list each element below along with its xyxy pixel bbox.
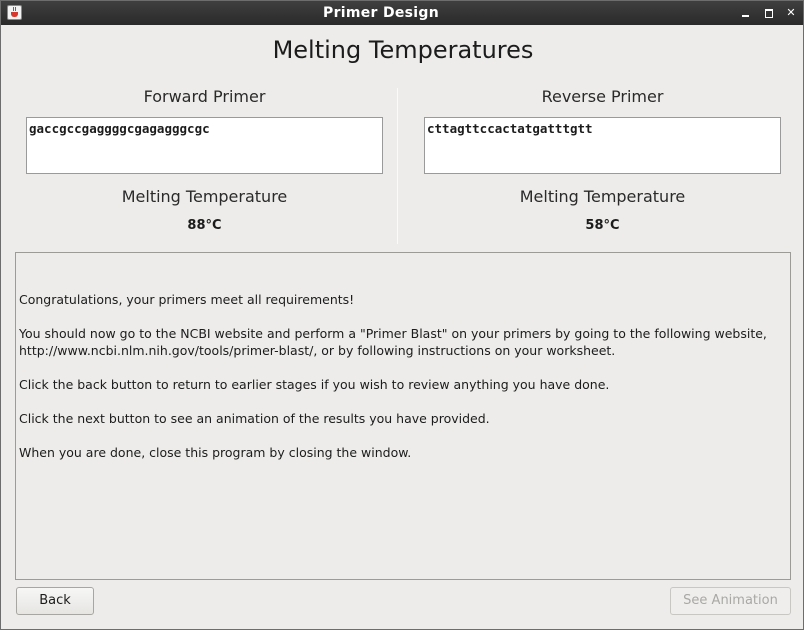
reverse-primer-field[interactable]: cttagttccactatgatttgtt <box>424 117 781 174</box>
forward-tm-label: Melting Temperature <box>121 187 288 206</box>
maximize-icon[interactable] <box>762 6 776 20</box>
message-line-close: When you are done, close this program by… <box>19 445 412 460</box>
page-title: Melting Temperatures <box>272 36 534 64</box>
back-button[interactable]: Back <box>16 587 94 615</box>
forward-primer-field[interactable]: gaccgccgaggggcgagagggcgc <box>26 117 383 174</box>
minimize-icon[interactable] <box>739 6 753 20</box>
reverse-tm-label: Melting Temperature <box>519 187 686 206</box>
forward-primer-label: Forward Primer <box>143 87 266 106</box>
instructions-panel: Congratulations, your primers meet all r… <box>15 252 791 580</box>
reverse-primer-label: Reverse Primer <box>541 87 664 106</box>
see-animation-button[interactable]: See Animation <box>670 587 791 615</box>
window-title: Primer Design <box>323 5 439 21</box>
message-line-primer-blast: You should now go to the NCBI website an… <box>19 326 767 358</box>
reverse-tm-value: 58°C <box>585 218 620 233</box>
close-icon[interactable]: ✕ <box>784 6 798 20</box>
message-line-back: Click the back button to return to earli… <box>19 377 610 392</box>
message-line-next: Click the next button to see an animatio… <box>19 411 490 426</box>
forward-tm-value: 88°C <box>187 218 222 233</box>
primer-design-window: Primer Design ✕ Melting Temperatures For… <box>0 0 804 630</box>
message-line-congrats: Congratulations, your primers meet all r… <box>19 292 355 307</box>
title-bar[interactable]: Primer Design ✕ <box>1 1 803 25</box>
column-divider <box>397 88 398 244</box>
